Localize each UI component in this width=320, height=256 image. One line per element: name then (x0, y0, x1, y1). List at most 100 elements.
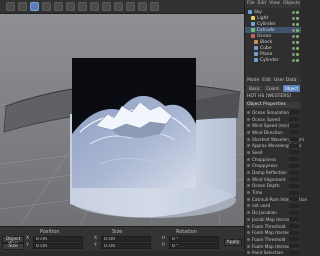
object-rel-dropdown[interactable]: Object (Rel) (2, 236, 24, 247)
rotate-tool-icon[interactable] (54, 2, 63, 11)
animate-dot-icon[interactable] (247, 224, 250, 228)
property-row[interactable]: Wind Alignment (245, 176, 301, 183)
property-row[interactable]: Foam Threshold (245, 223, 301, 230)
property-value-field[interactable] (289, 183, 299, 188)
property-value-field[interactable] (289, 217, 299, 222)
property-row[interactable]: Seed (245, 149, 301, 156)
animate-dot-icon[interactable] (247, 251, 250, 255)
property-value-field[interactable] (289, 250, 299, 255)
render-settings-icon[interactable] (78, 2, 87, 11)
position-y-field[interactable]: 0 cm (33, 243, 83, 249)
property-row[interactable]: Choppyness (245, 163, 301, 170)
property-value-field[interactable] (289, 210, 299, 215)
property-value-field[interactable] (289, 137, 299, 142)
animate-dot-icon[interactable] (247, 124, 250, 128)
animate-dot-icon[interactable] (247, 197, 250, 201)
animate-dot-icon[interactable] (247, 204, 250, 208)
animate-dot-icon[interactable] (247, 211, 250, 215)
generator-icon[interactable] (114, 2, 123, 11)
position-x-field[interactable]: 0 cm (33, 236, 83, 242)
render-dot-icon[interactable] (292, 10, 295, 14)
property-row[interactable]: Wind Direction (245, 129, 301, 136)
property-row[interactable]: Wind Speed (m/s) (245, 122, 301, 129)
deformer-icon[interactable] (126, 2, 135, 11)
om-menu-objects[interactable]: Objects (283, 0, 300, 8)
property-row[interactable]: Point Selection (245, 249, 301, 256)
am-menu-user-data[interactable]: User Data (274, 77, 296, 84)
visibility-dot-icon[interactable] (296, 10, 299, 14)
redo-icon[interactable] (18, 2, 27, 11)
undo-icon[interactable] (6, 2, 15, 11)
property-row[interactable]: Ocean Simulation (245, 109, 301, 116)
size-y-field[interactable]: 0 cm (101, 243, 151, 249)
property-row[interactable]: Ocean Depth (245, 183, 301, 190)
property-value-field[interactable] (289, 143, 299, 148)
render-dot-icon[interactable] (292, 58, 295, 62)
property-row[interactable]: Do Jacobian (245, 209, 301, 216)
property-row[interactable]: Jacobi Map (terrasse) (245, 216, 301, 223)
visibility-dot-icon[interactable] (296, 52, 299, 56)
render-icon[interactable] (66, 2, 75, 11)
property-value-field[interactable] (289, 150, 299, 155)
size-mode-dropdown[interactable]: Size (2, 243, 24, 250)
animate-dot-icon[interactable] (247, 171, 250, 175)
render-dot-icon[interactable] (292, 16, 295, 20)
visibility-dot-icon[interactable] (296, 40, 299, 44)
animate-dot-icon[interactable] (247, 191, 250, 195)
property-row[interactable]: Foam Map (terrasse) (245, 229, 301, 236)
size-x-field[interactable]: 0 cm (101, 236, 151, 242)
property-value-field[interactable] (289, 110, 299, 115)
rotation-h-field[interactable]: 0 ° (169, 236, 219, 242)
property-row[interactable]: Approx Wavelength (m) (245, 142, 302, 149)
property-value-field[interactable] (289, 163, 299, 168)
spline-icon[interactable] (102, 2, 111, 11)
visibility-dot-icon[interactable] (296, 34, 299, 38)
scale-tool-icon[interactable] (42, 2, 51, 11)
am-menu-edit[interactable]: Edit (262, 77, 271, 84)
visibility-dot-icon[interactable] (296, 46, 299, 50)
render-dot-icon[interactable] (292, 40, 295, 44)
animate-dot-icon[interactable] (247, 231, 250, 235)
animate-dot-icon[interactable] (247, 164, 250, 168)
property-row[interactable]: Catmull-Rom Interpolation (245, 196, 307, 203)
light-icon[interactable] (150, 2, 159, 11)
animate-dot-icon[interactable] (247, 144, 250, 148)
property-row[interactable]: Foam Map (terrasse) (245, 243, 301, 250)
apply-button[interactable]: Apply (224, 239, 242, 246)
property-row[interactable]: Choppiness (245, 156, 301, 163)
property-value-field[interactable] (289, 170, 299, 175)
animate-dot-icon[interactable] (247, 237, 250, 241)
animate-dot-icon[interactable] (247, 244, 250, 248)
render-dot-icon[interactable] (292, 46, 295, 50)
property-row[interactable]: Time (245, 189, 301, 196)
visibility-dot-icon[interactable] (296, 16, 299, 20)
animate-dot-icon[interactable] (247, 137, 250, 141)
property-row[interactable]: Shortest Wavelength (m) (245, 136, 305, 143)
animate-dot-icon[interactable] (247, 177, 250, 181)
property-row[interactable]: Damp Reflection (245, 169, 301, 176)
tab-object[interactable]: Object (282, 85, 300, 92)
render-dot-icon[interactable] (292, 34, 295, 38)
animate-dot-icon[interactable] (247, 184, 250, 188)
property-value-field[interactable] (289, 244, 299, 249)
animate-dot-icon[interactable] (247, 217, 250, 221)
property-value-field[interactable] (289, 130, 299, 135)
property-row[interactable]: Ocean Speed (245, 116, 301, 123)
property-value-field[interactable] (289, 224, 299, 229)
animate-dot-icon[interactable] (247, 117, 250, 121)
om-menu-file[interactable]: File (247, 0, 255, 8)
tab-coord[interactable]: Coord. (264, 85, 282, 92)
visibility-dot-icon[interactable] (296, 58, 299, 62)
property-value-field[interactable] (289, 237, 299, 242)
property-value-field[interactable] (289, 177, 299, 182)
render-dot-icon[interactable] (292, 28, 295, 32)
om-menu-edit[interactable]: Edit (258, 0, 267, 8)
visibility-dot-icon[interactable] (296, 22, 299, 26)
property-row[interactable]: not used (245, 203, 301, 210)
property-value-field[interactable] (289, 117, 299, 122)
move-tool-icon[interactable] (30, 2, 39, 11)
object-list-item[interactable]: Cylinder (245, 57, 301, 63)
animate-dot-icon[interactable] (247, 130, 250, 134)
animate-dot-icon[interactable] (247, 110, 250, 114)
property-value-field[interactable] (289, 230, 299, 235)
